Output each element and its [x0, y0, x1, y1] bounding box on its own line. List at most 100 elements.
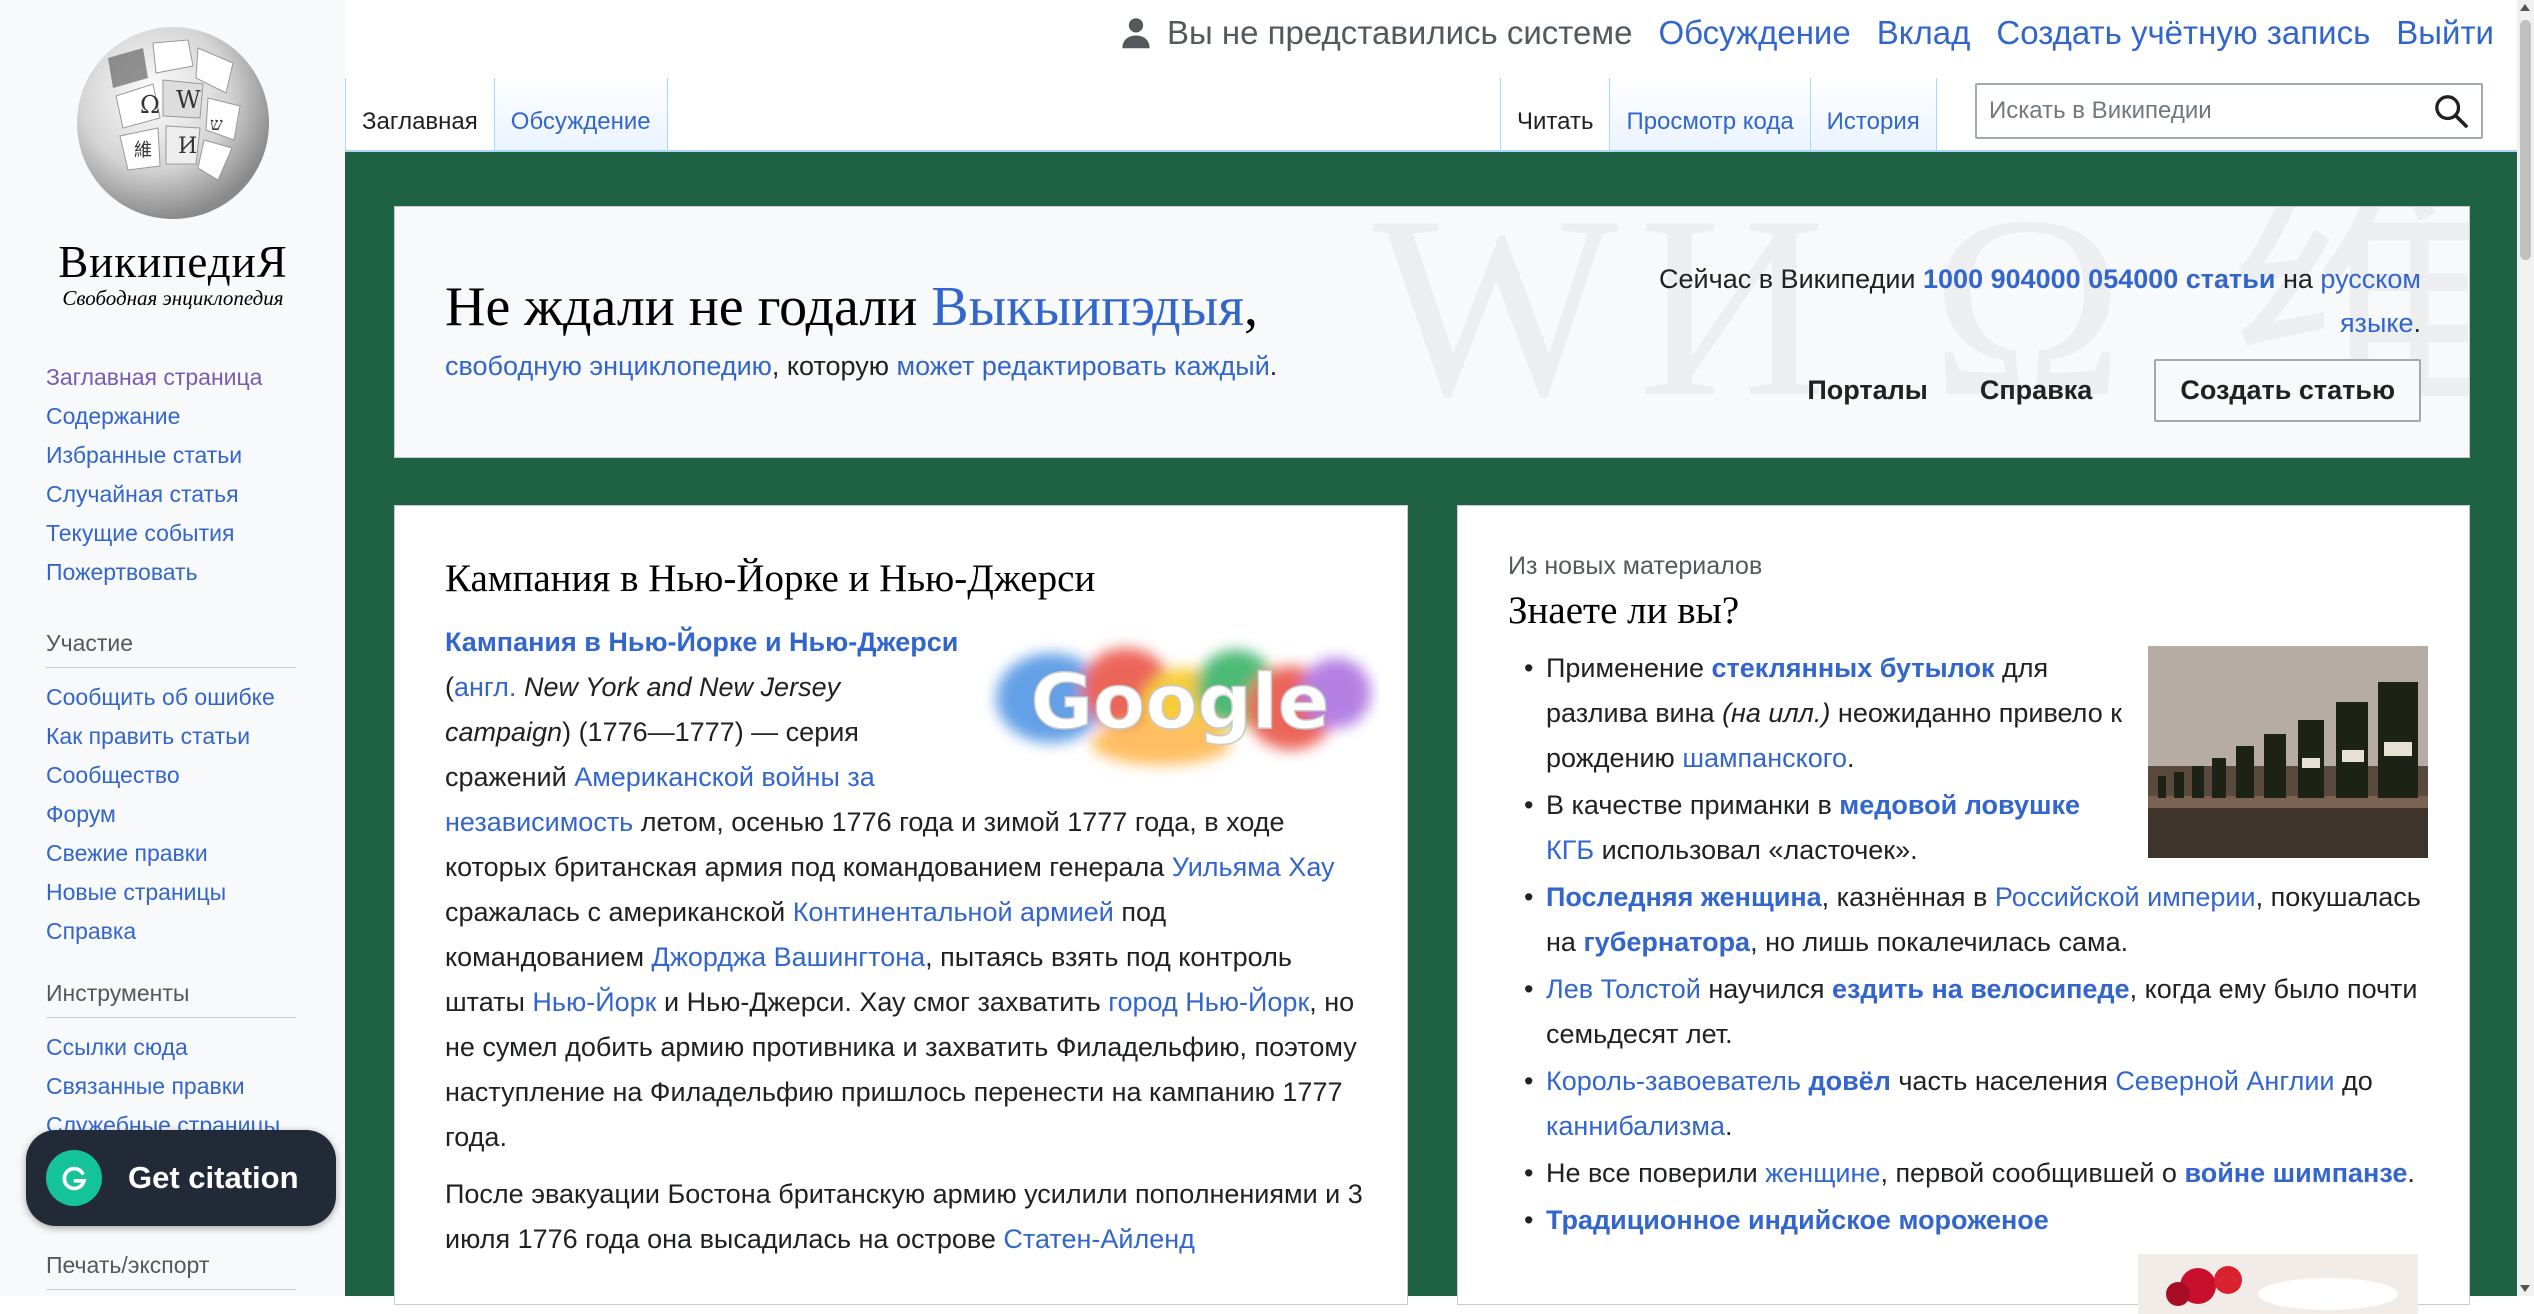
nav-recent-changes[interactable]: Свежие правки [46, 840, 208, 866]
participation-heading: Участие [46, 630, 296, 668]
dyk-fact-4: Лев Толстой научился ездить на велосипед… [1524, 967, 2428, 1057]
nav-related-changes[interactable]: Связанные правки [46, 1073, 245, 1099]
get-citation-button[interactable]: Get citation [26, 1130, 336, 1226]
nav-help[interactable]: Справка [46, 918, 136, 944]
welcome-banner: WИ Ω 维 Не ждали не годали Выкыипэдыя, св… [394, 206, 2470, 458]
scrollbar-thumb[interactable] [2520, 20, 2531, 260]
nav-donate[interactable]: Пожертвовать [46, 559, 198, 585]
nav-community[interactable]: Сообщество [46, 762, 180, 788]
dyk-fact-7: Традиционное индийское мороженое [1524, 1198, 2428, 1243]
user-talk-link[interactable]: Обсуждение [1658, 14, 1850, 52]
nav-main-page[interactable]: Заглавная страница [46, 364, 262, 390]
create-article-button[interactable]: Создать статью [2154, 359, 2421, 422]
google-doodle-image[interactable]: Google [981, 628, 1379, 778]
nav-how-to-edit[interactable]: Как править статьи [46, 723, 250, 749]
russian-language-link[interactable]: русском языке [2320, 264, 2421, 338]
welcome-actions: Порталы Справка Создать статью [1807, 359, 2421, 422]
english-abbr-link[interactable]: англ. [454, 672, 516, 702]
dyk-title: Знаете ли вы? [1508, 589, 1740, 632]
indian-ice-cream-link[interactable]: Традиционное индийское мороженое [1546, 1205, 2049, 1235]
welcome-title: Не ждали не годали Выкыипэдыя, [445, 276, 1259, 338]
welcome-wikipedia-link[interactable]: Выкыипэдыя [931, 276, 1244, 338]
search-input[interactable] [1977, 96, 2431, 126]
nav-forum[interactable]: Форум [46, 801, 116, 827]
glass-bottles-link[interactable]: стеклянных бутылок [1712, 653, 1995, 683]
scroll-down-arrow-icon[interactable] [2520, 1285, 2530, 1292]
svg-text:ש: ש [210, 114, 223, 135]
wikipedia-logo[interactable]: Ω W И 維 ש ВикипедиЯ Свободная энциклопед… [28, 18, 318, 310]
portals-link[interactable]: Порталы [1807, 375, 1928, 406]
create-account-link[interactable]: Создать учётную запись [1996, 14, 2370, 52]
welcome-subtitle: свободную энциклопедию, которую может ре… [445, 351, 1278, 381]
tab-discussion[interactable]: Обсуждение [493, 78, 668, 152]
dyk-fact-3: Последняя женщина, казнённая в Российско… [1524, 875, 2428, 965]
globe-icon: Ω W И 維 ש [77, 27, 269, 219]
featured-article-link[interactable]: Кампания в Нью-Йорке и Нью-Джерси [445, 627, 958, 657]
tolstoy-link[interactable]: Лев Толстой [1546, 974, 1701, 1004]
continental-army-link[interactable]: Континентальной армией [793, 897, 1114, 927]
svg-text:W: W [176, 86, 201, 114]
article-count-link[interactable]: 1000 904000 054000 статьи [1923, 264, 2275, 294]
cycling-link[interactable]: ездить на велосипеде [1832, 974, 2130, 1004]
nav-contents[interactable]: Содержание [46, 403, 180, 429]
nav-new-pages[interactable]: Новые страницы [46, 879, 226, 905]
northern-england-link[interactable]: Северной Англии [2115, 1066, 2334, 1096]
svg-text:Google: Google [1031, 657, 1330, 746]
kgb-link[interactable]: КГБ [1546, 835, 1594, 865]
nav-what-links-here[interactable]: Ссылки сюда [46, 1034, 188, 1060]
tab-view-source[interactable]: Просмотр кода [1609, 78, 1810, 152]
dyk-fact-1: Применение стеклянных бутылок для разлив… [1524, 646, 2428, 781]
nav-report-error[interactable]: Сообщить об ошибке [46, 684, 275, 710]
print-heading: Печать/экспорт [46, 1252, 296, 1290]
conqueror-link[interactable]: Король-завоеватель [1546, 1066, 1801, 1096]
wordmark: ВикипедиЯ [58, 237, 288, 287]
chimpanzee-war-link[interactable]: войне шимпанзе [2184, 1158, 2407, 1188]
tagline: Свободная энциклопедия [62, 286, 284, 310]
free-encyclopedia-link[interactable]: свободную энциклопедию [445, 351, 772, 381]
logout-link[interactable]: Выйти [2396, 14, 2494, 52]
ice-cream-image[interactable] [2138, 1254, 2418, 1314]
svg-text:Ω: Ω [140, 91, 160, 119]
page-scrollbar[interactable] [2517, 0, 2534, 1296]
svg-text:И: И [178, 134, 197, 159]
featured-article-text: Google Кампания в Нью-Йорке и Нью-Джерси… [445, 620, 1371, 1274]
navigation-portal: Заглавная страница Содержание Избранные … [46, 366, 296, 600]
dyk-fact-6: Не все поверили женщине, первой сообщивш… [1524, 1151, 2428, 1196]
washington-link[interactable]: Джорджа Вашингтона [652, 942, 926, 972]
dyk-fact-5: Король-завоеватель довёл часть населения… [1524, 1059, 2428, 1149]
tools-heading: Инструменты [46, 980, 296, 1018]
champagne-link[interactable]: шампанского [1682, 743, 1847, 773]
tab-read[interactable]: Читать [1500, 78, 1610, 152]
article-count: Сейчас в Википедии 1000 904000 054000 ст… [1659, 264, 2421, 338]
howe-link[interactable]: Уильяма Хау [1172, 852, 1335, 882]
harrying-link[interactable]: довёл [1808, 1066, 1890, 1096]
new-york-city-link[interactable]: город Нью-Йорк [1108, 987, 1309, 1017]
anyone-can-edit-link[interactable]: может редактировать каждый [897, 351, 1270, 381]
tools-portal: Инструменты Ссылки сюда Связанные правки… [46, 980, 296, 1153]
search-box [1975, 83, 2483, 139]
new-york-state-link[interactable]: Нью-Йорк [532, 987, 656, 1017]
featured-article-box: Кампания в Нью-Йорке и Нью-Джерси Google [394, 505, 1408, 1305]
tab-history[interactable]: История [1809, 78, 1937, 152]
woman-link[interactable]: женщине [1765, 1158, 1880, 1188]
last-woman-link[interactable]: Последняя женщина [1546, 882, 1822, 912]
governor-link[interactable]: губернатора [1583, 927, 1750, 957]
dyk-fact-2: В качестве приманки в медовой ловушке КГ… [1524, 783, 2428, 873]
honey-trap-link[interactable]: медовой ловушке [1839, 790, 2080, 820]
russian-empire-link[interactable]: Российской империи [1995, 882, 2256, 912]
tab-main[interactable]: Заглавная [345, 78, 494, 152]
nav-random[interactable]: Случайная статья [46, 481, 239, 507]
help-link[interactable]: Справка [1980, 375, 2092, 406]
namespace-tabs: Заглавная Обсуждение [345, 78, 668, 152]
featured-article-title: Кампания в Нью-Йорке и Нью-Джерси [445, 557, 1096, 600]
contributions-link[interactable]: Вклад [1877, 14, 1971, 52]
scroll-up-arrow-icon[interactable] [2520, 4, 2530, 11]
nav-current-events[interactable]: Текущие события [46, 520, 234, 546]
cannibalism-link[interactable]: каннибализма [1546, 1111, 1725, 1141]
grammarly-icon [46, 1150, 102, 1206]
search-icon[interactable] [2431, 91, 2471, 131]
dyk-facts: Применение стеклянных бутылок для разлив… [1508, 646, 2428, 1245]
staten-island-link[interactable]: Статен-Айленд [1003, 1224, 1195, 1254]
nav-featured[interactable]: Избранные статьи [46, 442, 242, 468]
personal-tools: Вы не представились системе Обсуждение В… [1119, 14, 2494, 52]
